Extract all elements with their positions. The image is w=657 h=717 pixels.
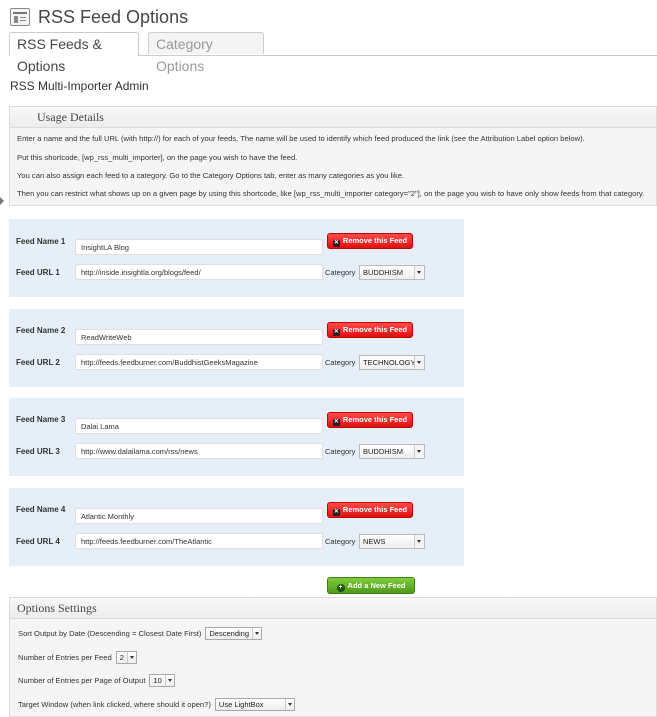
feed-url-input[interactable] <box>75 354 323 370</box>
category-value: BUDDHISM <box>363 447 404 456</box>
chevron-down-icon <box>414 356 424 369</box>
entries-per-page-value: 10 <box>153 676 162 685</box>
add-feed-button[interactable]: + Add a New Feed <box>327 577 415 594</box>
category-label: Category <box>325 537 356 546</box>
feed-name-input[interactable] <box>75 239 323 255</box>
feed-panel-2: Feed Name 2 ✕Remove this Feed Feed URL 2… <box>9 309 464 387</box>
feed-name-label: Feed Name 4 <box>16 505 66 514</box>
close-icon: ✕ <box>332 419 340 426</box>
entries-per-feed-row: Number of Entries per Feed 2 <box>18 651 137 664</box>
category-value: TECHNOLOGY <box>363 358 416 367</box>
remove-feed-button[interactable]: ✕ Remove this Feed <box>327 322 413 338</box>
category-label: Category <box>325 268 356 277</box>
feed-url-label: Feed URL 4 <box>16 537 60 546</box>
usage-details-panel: Usage Details Enter a name and the full … <box>9 106 657 206</box>
entries-per-page-select[interactable]: 10 <box>149 674 175 687</box>
usage-line-2: Put this shortcode, [wp_rss_multi_import… <box>17 153 298 162</box>
chevron-down-icon <box>414 445 424 458</box>
category-label: Category <box>325 447 356 456</box>
category-select[interactable]: NEWS <box>359 534 425 549</box>
category-select[interactable]: TECHNOLOGY <box>359 355 425 370</box>
feed-url-input[interactable] <box>75 264 323 280</box>
sort-option-row: Sort Output by Date (Descending = Closes… <box>18 627 262 640</box>
category-select[interactable]: BUDDHISM <box>359 265 425 280</box>
sort-value: Descending <box>209 629 249 638</box>
entries-per-page-label: Number of Entries per Page of Output <box>18 676 146 685</box>
usage-line-3: You can also assign each feed to a categ… <box>17 171 405 180</box>
sort-label: Sort Output by Date (Descending = Closes… <box>18 629 202 638</box>
feed-url-label: Feed URL 2 <box>16 358 60 367</box>
tab-category-options[interactable]: Category Options <box>148 32 264 74</box>
category-value: NEWS <box>363 537 386 546</box>
remove-feed-label: Remove this Feed <box>342 505 408 514</box>
remove-feed-label: Remove this Feed <box>342 325 408 334</box>
chevron-down-icon <box>252 628 261 639</box>
usage-line-1: Enter a name and the full URL (with http… <box>17 134 585 143</box>
feed-name-label: Feed Name 2 <box>16 326 66 335</box>
close-icon: ✕ <box>332 240 340 247</box>
remove-feed-button[interactable]: ✕ Remove this Feed <box>327 412 413 428</box>
tab-rss-feeds-options[interactable]: RSS Feeds & Options <box>9 32 139 74</box>
usage-line-4: Then you can restrict what shows up on a… <box>17 189 645 198</box>
entries-per-page-row: Number of Entries per Page of Output 10 <box>18 674 175 687</box>
chevron-down-icon <box>126 652 136 663</box>
feed-name-label: Feed Name 3 <box>16 415 66 424</box>
remove-feed-button[interactable]: ✕ Remove this Feed <box>327 502 413 518</box>
feed-panel-1: Feed Name 1 ✕Remove this Feed Feed URL 1… <box>9 219 464 297</box>
remove-feed-label: Remove this Feed <box>342 415 408 424</box>
feed-url-label: Feed URL 3 <box>16 447 60 456</box>
feed-name-label: Feed Name 1 <box>16 237 66 246</box>
page-header: RSS Feed Options <box>10 6 188 28</box>
chevron-down-icon <box>414 266 424 279</box>
feed-url-input[interactable] <box>75 533 323 549</box>
close-icon: ✕ <box>332 509 340 516</box>
close-icon: ✕ <box>332 329 340 336</box>
category-value: BUDDHISM <box>363 268 404 277</box>
page-title: RSS Feed Options <box>38 6 189 27</box>
options-settings-title[interactable]: Options Settings <box>10 598 656 619</box>
tab-bar: RSS Feeds & Options Category Options <box>9 32 657 74</box>
feed-panel-3: Feed Name 3 ✕Remove this Feed Feed URL 3… <box>9 398 464 476</box>
chevron-down-icon <box>164 675 174 686</box>
entries-per-feed-value: 2 <box>119 653 124 662</box>
usage-details-title[interactable]: Usage Details <box>10 107 656 128</box>
remove-feed-button[interactable]: ✕ Remove this Feed <box>327 233 413 249</box>
feed-url-label: Feed URL 1 <box>16 268 60 277</box>
feed-name-input[interactable] <box>75 418 323 434</box>
feed-panel-4: Feed Name 4 ✕Remove this Feed Feed URL 4… <box>9 488 464 566</box>
chevron-down-icon <box>414 535 424 548</box>
feed-name-input[interactable] <box>75 508 323 524</box>
sort-select[interactable]: Descending <box>205 627 262 640</box>
category-label: Category <box>325 358 356 367</box>
entries-per-feed-select[interactable]: 2 <box>115 651 137 664</box>
section-title: RSS Multi-Importer Admin <box>10 79 149 93</box>
remove-feed-label: Remove this Feed <box>342 236 408 245</box>
feed-url-input[interactable] <box>75 443 323 459</box>
plus-icon: + <box>336 584 345 592</box>
feed-name-input[interactable] <box>75 329 323 345</box>
category-select[interactable]: BUDDHISM <box>359 444 425 459</box>
collapse-arrow-icon[interactable] <box>0 197 4 205</box>
options-settings-panel: Options Settings Sort Output by Date (De… <box>9 597 657 717</box>
settings-page-icon <box>10 8 30 26</box>
add-feed-label: Add a New Feed <box>347 581 406 590</box>
entries-per-feed-label: Number of Entries per Feed <box>18 653 112 662</box>
